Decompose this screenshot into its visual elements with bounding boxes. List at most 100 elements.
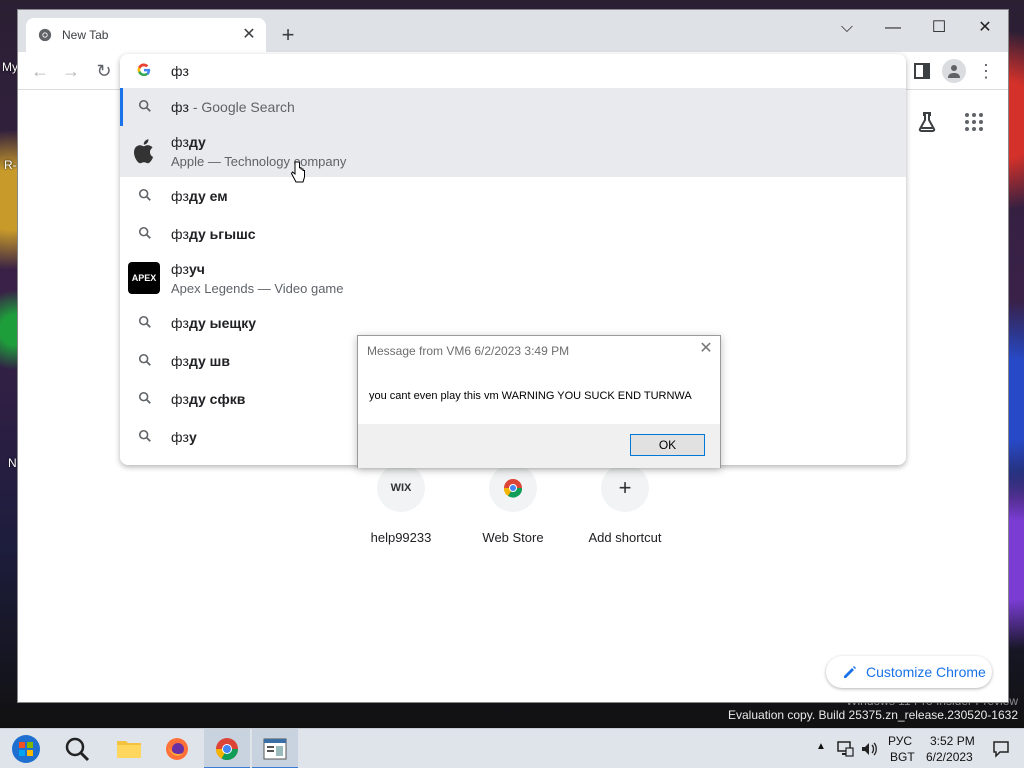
- suggestion-completion-text: у: [188, 429, 197, 445]
- network-icon[interactable]: [836, 740, 854, 758]
- dialog-body: you cant even play this vm WARNING YOU S…: [358, 366, 720, 424]
- start-button[interactable]: [4, 729, 50, 768]
- apple-logo-icon: [128, 135, 160, 167]
- taskbar: ▲ РУС BGT 3:52 PM 6/2/2023: [0, 728, 1024, 768]
- labs-flask-icon[interactable]: [915, 110, 939, 134]
- tab-search-button[interactable]: ⌵: [824, 14, 870, 42]
- desktop-icon-label[interactable]: N: [8, 456, 17, 470]
- suggestion-typed-text: фз: [171, 188, 189, 204]
- suggestion-text: фзду ыещку: [171, 315, 256, 331]
- watermark-build: Evaluation copy. Build 25375.zn_release.…: [728, 708, 1018, 722]
- customize-chrome-button[interactable]: Customize Chrome: [826, 656, 992, 688]
- suggestion-typed-text: фз: [171, 391, 189, 407]
- omnibox-suggestion[interactable]: фзду ьгышс: [120, 215, 906, 253]
- clock-time[interactable]: 3:52 PM: [930, 734, 975, 748]
- maximize-button[interactable]: ☐: [916, 14, 962, 42]
- suggestion-text: фзуч: [171, 261, 205, 277]
- suggestion-text: фзу: [171, 429, 197, 445]
- firefox-icon: [166, 738, 188, 760]
- suggestion-typed-text: фз: [171, 429, 189, 445]
- person-icon: [948, 65, 960, 78]
- omnibox-suggestion[interactable]: фзду ем: [120, 177, 906, 215]
- search-icon: [138, 391, 154, 407]
- window-app-icon: [263, 738, 287, 760]
- apex-logo-icon: APEX: [128, 262, 160, 294]
- suggestion-typed-text: фз: [171, 315, 189, 331]
- shortcut-tile[interactable]: WIX help99233: [345, 464, 457, 545]
- minimize-button[interactable]: —: [870, 14, 916, 42]
- desktop-icon-label[interactable]: My: [2, 60, 18, 74]
- chrome-icon: [216, 738, 238, 760]
- search-icon: [138, 353, 154, 369]
- keyboard-layout[interactable]: BGT: [890, 750, 915, 764]
- file-explorer-button[interactable]: [106, 729, 152, 768]
- dialog-close-icon[interactable]: ✕: [698, 341, 714, 357]
- omnibox-suggestion[interactable]: фзду Apple — Technology company: [120, 126, 906, 177]
- dialog-title: Message from VM6 6/2/2023 3:49 PM: [367, 344, 570, 358]
- search-button[interactable]: [54, 729, 100, 768]
- shortcut-tile[interactable]: Web Store: [457, 464, 569, 545]
- suggestion-text: фзду: [171, 134, 206, 150]
- omnibox-suggestion[interactable]: фз - Google Search: [120, 88, 906, 126]
- mouse-cursor-icon: [291, 161, 305, 183]
- reload-button[interactable]: ↻: [92, 60, 116, 84]
- suggestion-completion-text: ду шв: [188, 353, 230, 369]
- search-icon: [138, 226, 154, 242]
- suggestion-typed-text: фз: [171, 261, 189, 277]
- customize-label: Customize Chrome: [866, 664, 986, 680]
- suggestion-typed-text: фз: [171, 134, 189, 150]
- desktop-icon-label[interactable]: R-: [4, 158, 17, 172]
- address-bar[interactable]: фз: [120, 54, 906, 88]
- profile-avatar-button[interactable]: [942, 59, 966, 83]
- pencil-icon: [844, 666, 856, 678]
- suggestion-completion-text: уч: [188, 261, 205, 277]
- suggestion-completion-text: - Google Search: [188, 99, 295, 115]
- omnibox-suggestion[interactable]: фзуч APEX Apex Legends — Video game: [120, 253, 906, 304]
- suggestion-completion-text: ду ьгышс: [188, 226, 256, 242]
- clock-date[interactable]: 6/2/2023: [926, 750, 973, 764]
- add-shortcut-tile[interactable]: + Add shortcut: [569, 464, 681, 545]
- side-panel-icon[interactable]: [912, 61, 932, 81]
- volume-icon[interactable]: [860, 740, 878, 758]
- web-store-icon: [489, 464, 537, 512]
- suggestion-typed-text: фз: [171, 353, 189, 369]
- suggestion-text: фзду ьгышс: [171, 226, 256, 242]
- suggestion-completion-text: ду: [188, 134, 206, 150]
- forward-button[interactable]: →: [59, 60, 83, 84]
- back-button[interactable]: ←: [28, 60, 52, 84]
- language-indicator[interactable]: РУС: [888, 734, 912, 748]
- wix-icon: WIX: [377, 464, 425, 512]
- new-tab-button[interactable]: +: [276, 24, 300, 48]
- suggestion-completion-text: ду ыещку: [188, 315, 257, 331]
- dialog-message: you cant even play this vm WARNING YOU S…: [369, 390, 692, 402]
- chrome-taskbar-button[interactable]: [204, 729, 250, 768]
- omnibox-input-text[interactable]: фз: [171, 63, 189, 79]
- suggestion-completion-text: ду ем: [188, 188, 228, 204]
- message-window-taskbar-button[interactable]: [252, 729, 298, 768]
- chrome-window: New Tab ✕ + ⌵ — ☐ ✕ ← → ↻ ⋮ WIX help9923…: [18, 10, 1008, 702]
- tab-close-icon[interactable]: ✕: [240, 26, 258, 44]
- tray-chevron-icon[interactable]: ▲: [816, 741, 826, 752]
- tab-title: New Tab: [62, 28, 109, 42]
- close-window-button[interactable]: ✕: [962, 14, 1008, 42]
- google-apps-icon[interactable]: [964, 112, 984, 132]
- ok-button[interactable]: OK: [630, 434, 705, 456]
- suggestion-text: фз - Google Search: [171, 99, 295, 115]
- chrome-menu-button[interactable]: ⋮: [976, 60, 996, 84]
- notification-icon[interactable]: [992, 740, 1010, 758]
- search-icon: [138, 429, 154, 445]
- shortcut-label: help99233: [370, 530, 432, 545]
- suggestion-typed-text: фз: [171, 226, 189, 242]
- folder-icon: [117, 741, 141, 758]
- suggestion-text: фзду шв: [171, 353, 230, 369]
- suggestion-text: фзду сфкв: [171, 391, 245, 407]
- suggestion-typed-text: фз: [171, 99, 189, 115]
- suggestion-completion-text: ду сфкв: [188, 391, 246, 407]
- message-dialog: Message from VM6 6/2/2023 3:49 PM ✕ you …: [357, 335, 721, 468]
- search-icon: [138, 315, 154, 331]
- google-g-icon: [137, 63, 151, 77]
- suggestion-description: Apple — Technology company: [171, 154, 347, 169]
- firefox-button[interactable]: [154, 729, 200, 768]
- tab-new-tab[interactable]: New Tab ✕: [26, 18, 266, 52]
- search-icon: [65, 737, 90, 762]
